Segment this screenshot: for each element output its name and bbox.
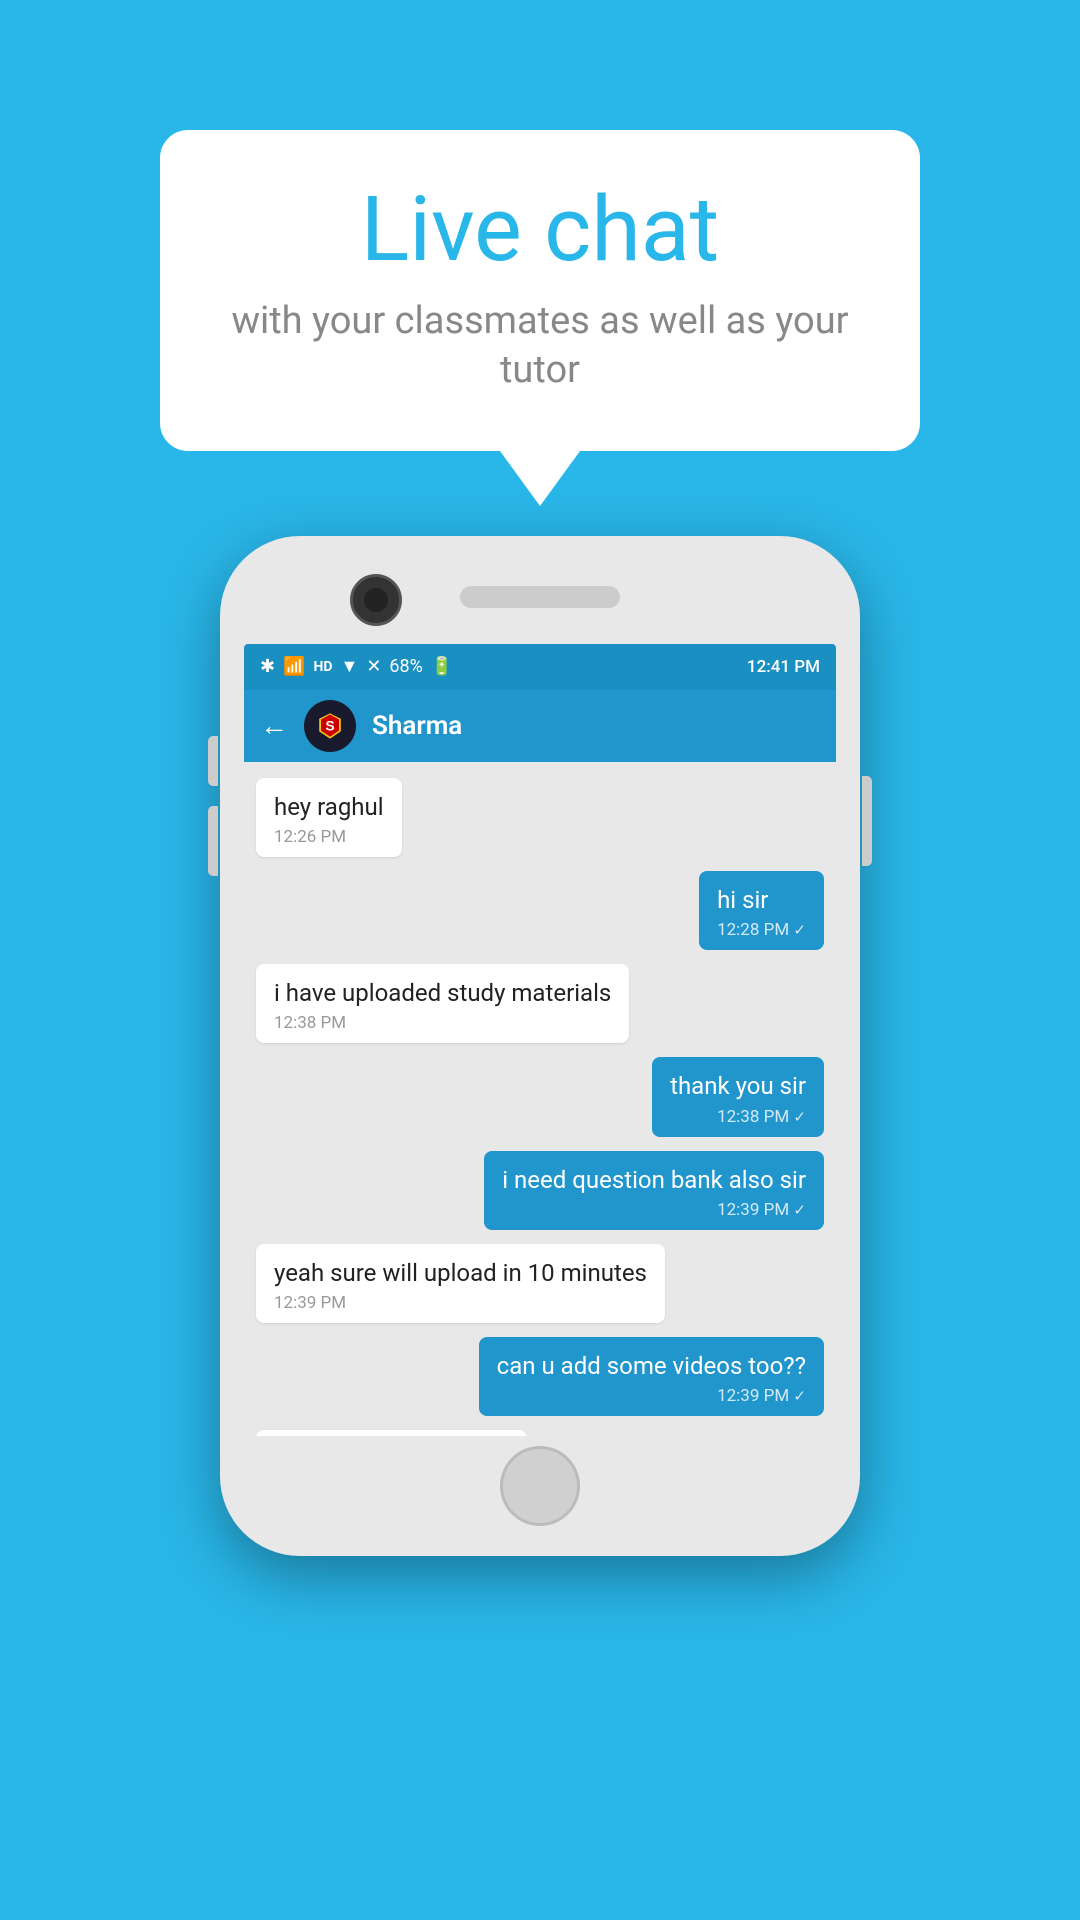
- chat-messages-area[interactable]: hey raghul 12:26 PM hi sir 12:28 PM ✓ i …: [244, 762, 836, 1436]
- message-3-time: 12:38 PM: [274, 1013, 611, 1033]
- message-8: tell me the exact topic: [256, 1430, 527, 1436]
- message-5-text: i need question bank also sir: [502, 1165, 806, 1196]
- message-2: hi sir 12:28 PM ✓: [699, 871, 824, 950]
- contact-avatar: S: [304, 700, 356, 752]
- message-5-time: 12:39 PM ✓: [502, 1200, 806, 1220]
- network-icon: ✕: [366, 656, 381, 677]
- speech-bubble: Live chat with your classmates as well a…: [160, 130, 920, 451]
- speech-bubble-card: Live chat with your classmates as well a…: [160, 130, 920, 506]
- phone-camera-lens: [364, 588, 388, 612]
- message-1-time: 12:26 PM: [274, 827, 384, 847]
- status-bar: ✱ 📶 HD ▼ ✕ 68% 🔋 12:41 PM: [244, 644, 836, 690]
- message-4: thank you sir 12:38 PM ✓: [652, 1057, 824, 1136]
- phone-volume-up-button: [208, 736, 218, 786]
- svg-text:S: S: [325, 718, 334, 733]
- check-icon-4: ✓: [793, 1108, 806, 1126]
- message-6-text: yeah sure will upload in 10 minutes: [274, 1258, 647, 1289]
- time-display: 12:41 PM: [747, 657, 820, 677]
- message-2-time: 12:28 PM ✓: [717, 920, 806, 940]
- message-3: i have uploaded study materials 12:38 PM: [256, 964, 629, 1043]
- message-1: hey raghul 12:26 PM: [256, 778, 402, 857]
- superman-icon: S: [312, 708, 348, 744]
- wifi-icon: ▼: [341, 656, 359, 677]
- message-3-text: i have uploaded study materials: [274, 978, 611, 1009]
- message-4-text: thank you sir: [670, 1071, 806, 1102]
- hd-icon: HD: [314, 659, 333, 675]
- chat-header[interactable]: ← S Sharma: [244, 690, 836, 762]
- phone-volume-down-button: [208, 806, 218, 876]
- message-6: yeah sure will upload in 10 minutes 12:3…: [256, 1244, 665, 1323]
- check-icon-5: ✓: [793, 1201, 806, 1219]
- message-4-time: 12:38 PM ✓: [670, 1107, 806, 1127]
- check-icon: ✓: [793, 921, 806, 939]
- phone-speaker: [460, 586, 620, 608]
- message-6-time: 12:39 PM: [274, 1293, 647, 1313]
- phone-power-button: [862, 776, 872, 866]
- message-7: can u add some videos too?? 12:39 PM ✓: [479, 1337, 824, 1416]
- status-bar-left: ✱ 📶 HD ▼ ✕ 68% 🔋: [260, 656, 453, 677]
- message-7-time: 12:39 PM ✓: [497, 1386, 806, 1406]
- status-bar-right: 12:41 PM: [747, 657, 820, 677]
- message-2-text: hi sir: [717, 885, 806, 916]
- subtitle: with your classmates as well as your tut…: [220, 297, 860, 396]
- phone-screen: ✱ 📶 HD ▼ ✕ 68% 🔋 12:41 PM ←: [244, 644, 836, 1436]
- bluetooth-icon: ✱: [260, 656, 275, 677]
- message-7-text: can u add some videos too??: [497, 1351, 806, 1382]
- back-button[interactable]: ←: [260, 709, 288, 742]
- main-title: Live chat: [220, 180, 860, 279]
- phone-camera: [350, 574, 402, 626]
- message-5: i need question bank also sir 12:39 PM ✓: [484, 1151, 824, 1230]
- phone-home-button[interactable]: [500, 1446, 580, 1526]
- contact-name: Sharma: [372, 711, 462, 741]
- battery-percent: 68%: [389, 656, 422, 677]
- speech-bubble-tail: [500, 451, 580, 506]
- phone-mockup: ✱ 📶 HD ▼ ✕ 68% 🔋 12:41 PM ←: [220, 536, 860, 1556]
- message-1-text: hey raghul: [274, 792, 384, 823]
- check-icon-7: ✓: [793, 1387, 806, 1405]
- signal-icon: 📶: [283, 656, 305, 677]
- battery-icon: 🔋: [431, 656, 453, 677]
